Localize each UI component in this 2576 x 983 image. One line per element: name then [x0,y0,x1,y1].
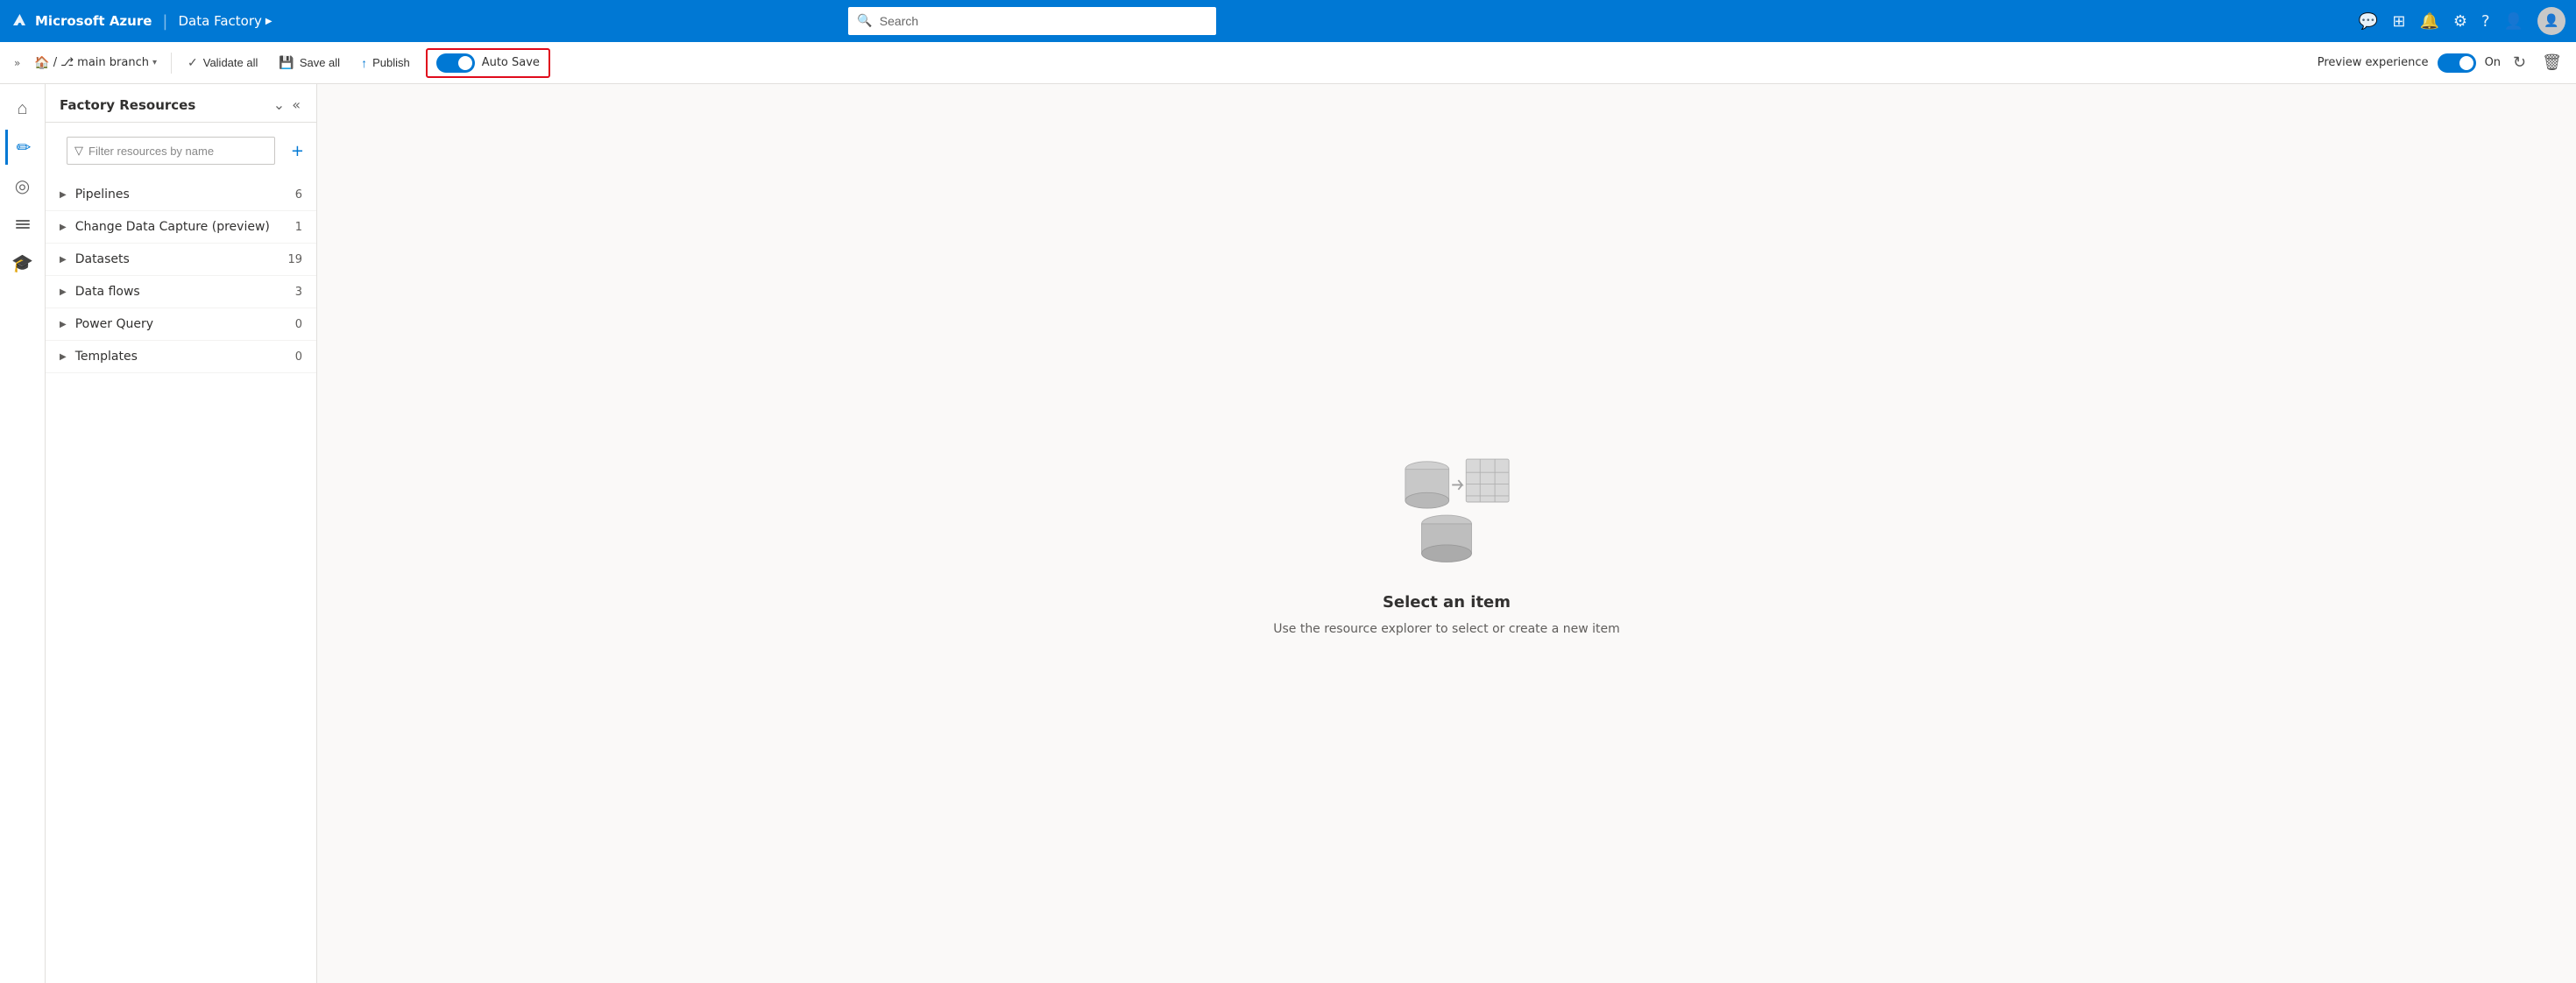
home-breadcrumb-icon: 🏠 [34,56,49,70]
resource-item-count: 6 [295,188,302,202]
branch-name: main branch [77,56,149,69]
validate-icon: ✓ [188,55,198,70]
resource-list-item[interactable]: ▶ Change Data Capture (preview) 1 [46,211,316,244]
nav-separator: | [162,12,167,31]
resource-item-name: Templates [75,350,295,364]
illustration-svg [1368,432,1525,572]
resource-item-name: Power Query [75,317,295,331]
publish-label: Publish [372,56,410,69]
resource-item-name: Change Data Capture (preview) [75,220,295,234]
nav-icon-group: 💬 ⊞ 🔔 ⚙ ? 👤 👤 [2359,7,2565,35]
notifications-icon[interactable]: 🔔 [2419,12,2438,31]
resource-item-name: Pipelines [75,187,295,202]
account-icon[interactable]: 👤 [2504,12,2523,31]
preview-toggle-thumb [2459,56,2473,70]
auto-save-label: Auto Save [482,56,540,69]
resource-chevron-icon: ▶ [60,223,67,232]
save-all-button[interactable]: 💾 Save all [270,50,349,75]
collapse-nav-button[interactable]: » [11,53,24,73]
resources-filter-input[interactable] [88,145,267,158]
resource-item-count: 1 [295,221,302,234]
feedback-icon[interactable]: 💬 [2359,12,2378,31]
save-all-label: Save all [300,56,340,69]
resources-header-controls: ⌄ « [272,95,302,115]
global-search[interactable]: 🔍 [848,7,1216,35]
validate-all-label: Validate all [203,56,258,69]
toolbar-right-group: Preview experience On ↻ 🗑 [2318,50,2565,75]
resources-panel-title: Factory Resources [60,97,195,113]
app-chevron-icon: ▶ [265,17,272,26]
top-nav-bar: Microsoft Azure | Data Factory ▶ 🔍 💬 ⊞ 🔔… [0,0,2576,42]
refresh-button[interactable]: ↻ [2509,50,2530,75]
toolbar: » 🏠 / ⎇ main branch ▾ ✓ Validate all 💾 S… [0,42,2576,84]
auto-save-toggle[interactable] [436,53,475,73]
brand-name: Microsoft Azure [35,13,152,29]
resource-list-item[interactable]: ▶ Pipelines 6 [46,179,316,211]
resources-panel: Factory Resources ⌄ « ▽ + ▶ Pipelines 6 … [46,84,317,983]
collapse-left-icon[interactable]: « [290,95,302,115]
resource-chevron-icon: ▶ [60,352,67,362]
preview-on-label: On [2485,56,2501,69]
resource-item-count: 3 [295,286,302,299]
empty-state-description: Use the resource explorer to select or c… [1273,622,1620,636]
git-branch-icon: ⎇ [60,56,74,69]
save-icon: 💾 [279,55,294,70]
toolbar-divider-1 [171,53,172,74]
branch-chevron-icon: ▾ [152,58,157,67]
app-name-container[interactable]: Data Factory ▶ [178,13,272,29]
sidebar-item-manage[interactable] [5,207,40,242]
filter-icon: ▽ [74,145,83,158]
discard-all-button[interactable]: 🗑 [2538,50,2565,75]
sidebar-item-monitor[interactable]: ◎ [5,168,40,203]
main-canvas: Select an item Use the resource explorer… [317,84,2576,983]
toggle-thumb [458,56,472,70]
sidebar-item-author[interactable]: ✏ [5,130,40,165]
resource-list-item[interactable]: ▶ Templates 0 [46,341,316,373]
preview-toggle[interactable] [2438,53,2476,73]
resource-list-item[interactable]: ▶ Data flows 3 [46,276,316,308]
resources-header: Factory Resources ⌄ « [46,84,316,123]
collapse-down-icon[interactable]: ⌄ [272,95,287,115]
resource-chevron-icon: ▶ [60,287,67,297]
resource-item-count: 0 [295,318,302,331]
breadcrumb-separator: / [53,56,57,69]
branch-navigation[interactable]: 🏠 / ⎇ main branch ▾ [27,53,164,74]
empty-state: Select an item Use the resource explorer… [1273,432,1620,636]
empty-state-title: Select an item [1383,593,1511,612]
brand-logo: Microsoft Azure [11,12,152,30]
toggle-track [436,53,475,73]
resource-chevron-icon: ▶ [60,255,67,265]
manage-icon [14,216,32,233]
preview-experience-label: Preview experience [2318,56,2429,69]
resource-item-count: 0 [295,350,302,364]
resource-item-name: Datasets [75,252,288,266]
add-resource-button[interactable]: + [289,140,306,162]
resource-chevron-icon: ▶ [60,190,67,200]
sidebar-item-learn[interactable]: 🎓 [5,245,40,280]
app-name: Data Factory [178,13,261,29]
avatar[interactable]: 👤 [2537,7,2565,35]
validate-all-button[interactable]: ✓ Validate all [179,50,266,75]
publish-button[interactable]: ↑ Publish [352,51,419,75]
left-sidebar: ⌂ ✏ ◎ 🎓 [0,84,46,983]
azure-logo-icon [11,12,28,30]
search-icon: 🔍 [857,14,872,28]
resources-search-box[interactable]: ▽ [67,137,275,165]
resource-list-item[interactable]: ▶ Power Query 0 [46,308,316,341]
main-layout: ⌂ ✏ ◎ 🎓 Factory Resources ⌄ « ▽ + [0,84,2576,983]
resource-list-item[interactable]: ▶ Datasets 19 [46,244,316,276]
settings-icon[interactable]: ⚙ [2453,12,2467,31]
auto-save-container: Auto Save [426,48,550,78]
sidebar-item-home[interactable]: ⌂ [5,91,40,126]
publish-icon: ↑ [361,56,367,70]
resource-item-count: 19 [287,253,302,266]
portal-menu-icon[interactable]: ⊞ [2392,12,2405,31]
search-input[interactable] [880,14,1208,28]
resource-list: ▶ Pipelines 6 ▶ Change Data Capture (pre… [46,179,316,983]
empty-state-illustration [1368,432,1525,576]
resource-chevron-icon: ▶ [60,320,67,329]
help-icon[interactable]: ? [2481,12,2490,31]
resource-item-name: Data flows [75,285,295,299]
